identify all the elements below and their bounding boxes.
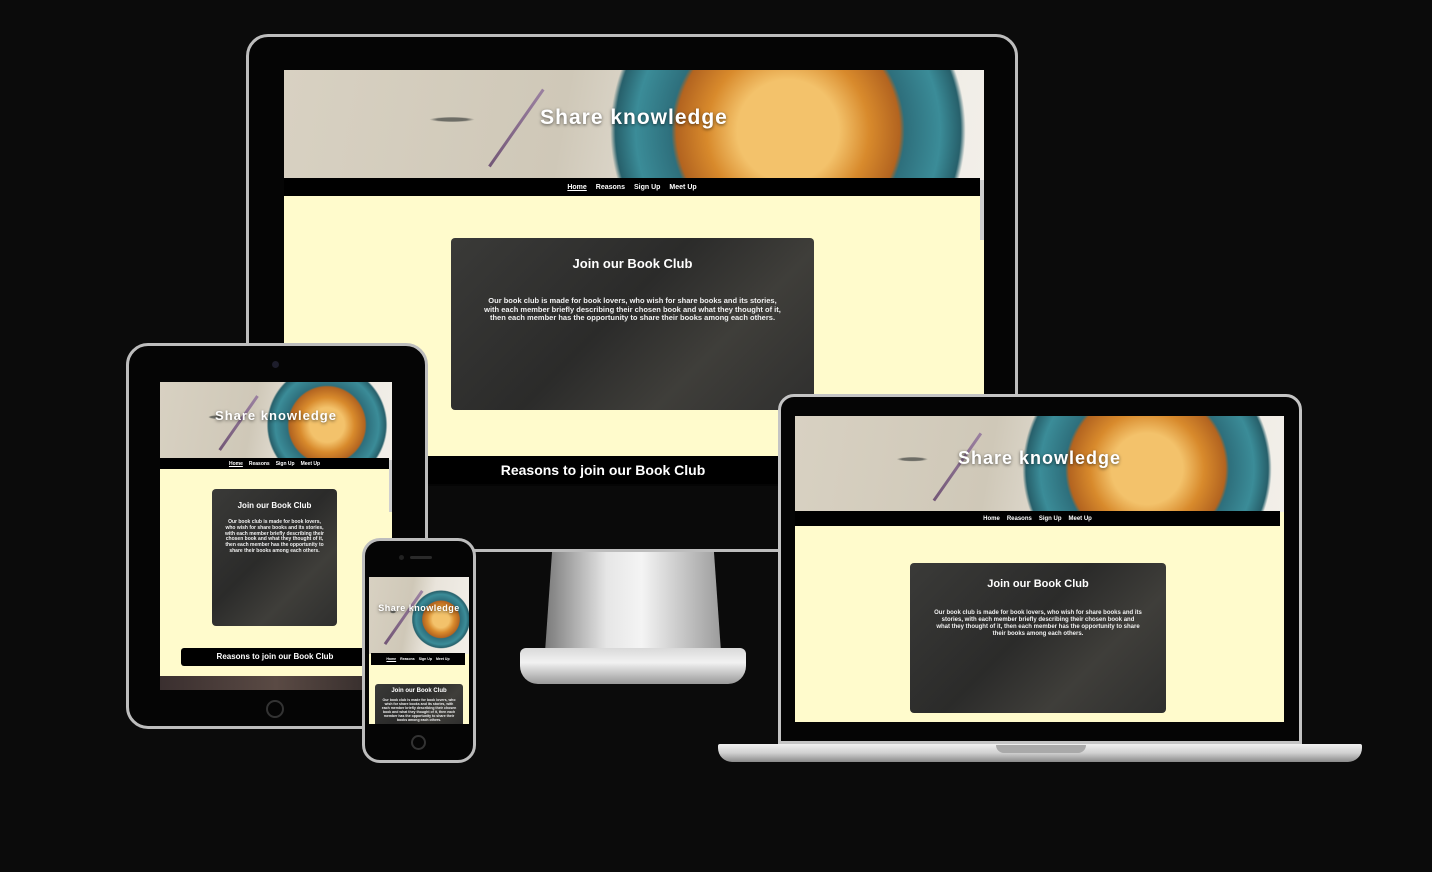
tablet-hero-title: Share knowledge [215, 408, 337, 423]
join-card-text: Our book club is made for book lovers, w… [484, 296, 781, 323]
join-card-title: Join our Book Club [987, 578, 1089, 590]
nav-meet-up[interactable]: Meet Up [436, 657, 450, 661]
tablet-hero-image: Share knowledge [160, 382, 392, 460]
tablet-navbar: Home Reasons Sign Up Meet Up [160, 458, 389, 469]
nav-reasons[interactable]: Reasons [596, 184, 625, 191]
desktop-navbar: Home Reasons Sign Up Meet Up [284, 178, 980, 196]
phone-camera [399, 555, 404, 560]
laptop-navbar: Home Reasons Sign Up Meet Up [795, 511, 1280, 526]
monitor-stand-neck [545, 552, 721, 652]
laptop-screen: Share knowledge Home Reasons Sign Up Mee… [795, 416, 1284, 722]
phone-hero-title: Share knowledge [378, 603, 460, 613]
join-card-title: Join our Book Club [391, 688, 447, 694]
tablet-screen: Share knowledge Home Reasons Sign Up Mee… [160, 382, 392, 690]
nav-home[interactable]: Home [983, 516, 1000, 522]
join-card-title: Join our Book Club [237, 501, 312, 510]
tablet-home-button[interactable] [266, 700, 284, 718]
monitor-stand-foot [520, 648, 746, 684]
tablet-camera [272, 361, 279, 368]
join-card-text: Our book club is made for book lovers, w… [934, 610, 1142, 637]
nav-home[interactable]: Home [229, 461, 243, 467]
nav-reasons[interactable]: Reasons [1007, 516, 1032, 522]
nav-reasons[interactable]: Reasons [400, 657, 415, 661]
laptop-join-card: Join our Book Club Our book club is made… [910, 563, 1166, 713]
nav-sign-up[interactable]: Sign Up [634, 184, 660, 191]
nav-meet-up[interactable]: Meet Up [669, 184, 696, 191]
nav-sign-up[interactable]: Sign Up [419, 657, 432, 661]
phone-navbar: Home Reasons Sign Up Meet Up [371, 653, 465, 665]
nav-reasons[interactable]: Reasons [249, 461, 270, 467]
laptop-opening-notch [996, 745, 1086, 753]
desktop-reasons-heading: Reasons to join our Book Club [426, 456, 780, 484]
tablet-reasons-heading: Reasons to join our Book Club [181, 648, 369, 666]
laptop-hero-image: Share knowledge [795, 416, 1284, 512]
nav-sign-up[interactable]: Sign Up [276, 461, 295, 467]
join-card-text: Our book club is made for book lovers, w… [225, 519, 324, 554]
phone-speaker [410, 556, 432, 559]
nav-sign-up[interactable]: Sign Up [1039, 516, 1062, 522]
phone-hero-image: Share knowledge [369, 577, 469, 654]
tablet-next-section [160, 676, 392, 690]
nav-meet-up[interactable]: Meet Up [301, 461, 320, 467]
join-card-text: Our book club is made for book lovers, w… [381, 698, 457, 723]
phone-screen: Share knowledge Home Reasons Sign Up Mee… [369, 577, 469, 724]
phone-home-button[interactable] [411, 735, 426, 750]
nav-meet-up[interactable]: Meet Up [1069, 516, 1092, 522]
nav-home[interactable]: Home [567, 184, 586, 191]
phone-join-card: Join our Book Club Our book club is made… [375, 684, 463, 724]
nav-home[interactable]: Home [386, 657, 396, 661]
tablet-join-card: Join our Book Club Our book club is made… [212, 489, 337, 626]
desktop-hero-image: Share knowledge [284, 70, 984, 180]
join-card-title: Join our Book Club [572, 256, 693, 271]
laptop-hero-title: Share knowledge [957, 448, 1122, 468]
desktop-join-card: Join our Book Club Our book club is made… [451, 238, 814, 410]
desktop-hero-title: Share knowledge [540, 106, 728, 129]
